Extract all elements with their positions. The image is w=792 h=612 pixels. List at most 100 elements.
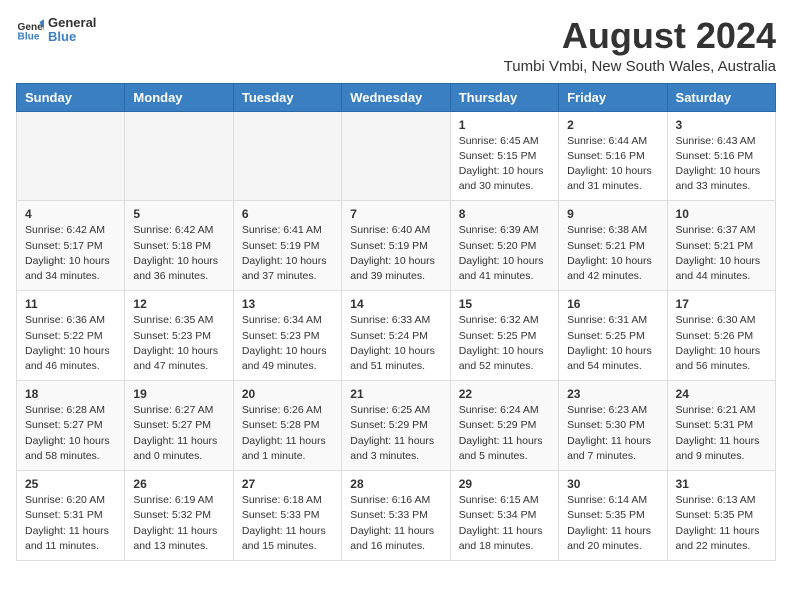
day-info: Sunrise: 6:21 AMSunset: 5:31 PMDaylight:… — [676, 403, 767, 464]
calendar-cell: 22Sunrise: 6:24 AMSunset: 5:29 PMDayligh… — [450, 381, 558, 471]
day-info: Sunrise: 6:19 AMSunset: 5:32 PMDaylight:… — [133, 493, 224, 554]
calendar-week-row: 1 Sunrise: 6:45 AMSunset: 5:15 PMDaylight… — [17, 111, 776, 201]
calendar-cell: 23 Sunrise: 6:23 AMSunset: 5:30 PMDayligh… — [559, 381, 667, 471]
calendar-cell: 12 Sunrise: 6:35 AMSunset: 5:23 PMDayligh… — [125, 291, 233, 381]
day-info: Sunrise: 6:45 AMSunset: 5:15 PMDaylight:… — [459, 134, 550, 195]
day-number: 2 — [567, 118, 658, 132]
day-info: Sunrise: 6:35 AMSunset: 5:23 PMDaylight:… — [133, 313, 224, 374]
calendar-week-row: 4 Sunrise: 6:42 AMSunset: 5:17 PMDaylight… — [17, 201, 776, 291]
subtitle: Tumbi Vmbi, New South Wales, Australia — [504, 58, 776, 75]
day-number: 22 — [459, 387, 550, 401]
day-info: Sunrise: 6:28 AMSunset: 5:27 PMDaylight:… — [25, 403, 116, 464]
calendar-cell: 2 Sunrise: 6:44 AMSunset: 5:16 PMDaylight… — [559, 111, 667, 201]
day-number: 11 — [25, 297, 116, 311]
day-info: Sunrise: 6:20 AMSunset: 5:31 PMDaylight:… — [25, 493, 116, 554]
day-number: 15 — [459, 297, 550, 311]
day-number: 4 — [25, 207, 116, 221]
calendar-cell — [125, 111, 233, 201]
day-number: 18 — [25, 387, 116, 401]
calendar-cell: 27 Sunrise: 6:18 AMSunset: 5:33 PMDayligh… — [233, 471, 341, 561]
title-block: August 2024 Tumbi Vmbi, New South Wales,… — [504, 16, 776, 75]
day-number: 1 — [459, 118, 550, 132]
day-info: Sunrise: 6:27 AMSunset: 5:27 PMDaylight:… — [133, 403, 224, 464]
day-info: Sunrise: 6:41 AMSunset: 5:19 PMDaylight:… — [242, 223, 333, 284]
day-info: Sunrise: 6:18 AMSunset: 5:33 PMDaylight:… — [242, 493, 333, 554]
calendar-week-row: 25Sunrise: 6:20 AMSunset: 5:31 PMDayligh… — [17, 471, 776, 561]
day-number: 3 — [676, 118, 767, 132]
day-info: Sunrise: 6:31 AMSunset: 5:25 PMDaylight:… — [567, 313, 658, 374]
calendar-cell: 28 Sunrise: 6:16 AMSunset: 5:33 PMDayligh… — [342, 471, 450, 561]
day-of-week-header: Saturday — [667, 83, 775, 111]
day-of-week-header: Thursday — [450, 83, 558, 111]
day-number: 16 — [567, 297, 658, 311]
day-info: Sunrise: 6:34 AMSunset: 5:23 PMDaylight:… — [242, 313, 333, 374]
day-info: Sunrise: 6:25 AMSunset: 5:29 PMDaylight:… — [350, 403, 441, 464]
day-number: 7 — [350, 207, 441, 221]
day-number: 31 — [676, 477, 767, 491]
day-info: Sunrise: 6:39 AMSunset: 5:20 PMDaylight:… — [459, 223, 550, 284]
calendar-cell: 31 Sunrise: 6:13 AMSunset: 5:35 PMDayligh… — [667, 471, 775, 561]
calendar-cell: 15 Sunrise: 6:32 AMSunset: 5:25 PMDayligh… — [450, 291, 558, 381]
day-number: 19 — [133, 387, 224, 401]
calendar-cell: 7 Sunrise: 6:40 AMSunset: 5:19 PMDaylight… — [342, 201, 450, 291]
calendar-week-row: 11 Sunrise: 6:36 AMSunset: 5:22 PMDayligh… — [17, 291, 776, 381]
day-number: 9 — [567, 207, 658, 221]
calendar-cell: 14Sunrise: 6:33 AMSunset: 5:24 PMDayligh… — [342, 291, 450, 381]
day-number: 6 — [242, 207, 333, 221]
calendar-cell: 5 Sunrise: 6:42 AMSunset: 5:18 PMDaylight… — [125, 201, 233, 291]
day-number: 26 — [133, 477, 224, 491]
day-info: Sunrise: 6:44 AMSunset: 5:16 PMDaylight:… — [567, 134, 658, 195]
logo-blue-text: Blue — [48, 30, 96, 44]
calendar-cell: 26 Sunrise: 6:19 AMSunset: 5:32 PMDayligh… — [125, 471, 233, 561]
day-info: Sunrise: 6:30 AMSunset: 5:26 PMDaylight:… — [676, 313, 767, 374]
calendar-cell: 16 Sunrise: 6:31 AMSunset: 5:25 PMDayligh… — [559, 291, 667, 381]
page-header: General Blue General Blue August 2024 Tu… — [16, 16, 776, 75]
calendar-cell: 1 Sunrise: 6:45 AMSunset: 5:15 PMDaylight… — [450, 111, 558, 201]
day-info: Sunrise: 6:43 AMSunset: 5:16 PMDaylight:… — [676, 134, 767, 195]
day-info: Sunrise: 6:26 AMSunset: 5:28 PMDaylight:… — [242, 403, 333, 464]
day-number: 27 — [242, 477, 333, 491]
calendar-cell — [17, 111, 125, 201]
day-info: Sunrise: 6:33 AMSunset: 5:24 PMDaylight:… — [350, 313, 441, 374]
logo-icon: General Blue — [16, 16, 44, 44]
day-number: 12 — [133, 297, 224, 311]
calendar-cell: 13Sunrise: 6:34 AMSunset: 5:23 PMDayligh… — [233, 291, 341, 381]
day-info: Sunrise: 6:40 AMSunset: 5:19 PMDaylight:… — [350, 223, 441, 284]
day-of-week-header: Wednesday — [342, 83, 450, 111]
day-info: Sunrise: 6:23 AMSunset: 5:30 PMDaylight:… — [567, 403, 658, 464]
day-of-week-header: Sunday — [17, 83, 125, 111]
calendar-cell: 19 Sunrise: 6:27 AMSunset: 5:27 PMDayligh… — [125, 381, 233, 471]
logo-general-text: General — [48, 16, 96, 30]
day-number: 5 — [133, 207, 224, 221]
svg-text:Blue: Blue — [18, 32, 40, 43]
day-info: Sunrise: 6:37 AMSunset: 5:21 PMDaylight:… — [676, 223, 767, 284]
calendar-cell: 30Sunrise: 6:14 AMSunset: 5:35 PMDayligh… — [559, 471, 667, 561]
calendar-cell: 9 Sunrise: 6:38 AMSunset: 5:21 PMDaylight… — [559, 201, 667, 291]
day-info: Sunrise: 6:32 AMSunset: 5:25 PMDaylight:… — [459, 313, 550, 374]
calendar-cell: 20 Sunrise: 6:26 AMSunset: 5:28 PMDayligh… — [233, 381, 341, 471]
day-number: 20 — [242, 387, 333, 401]
calendar-cell: 10Sunrise: 6:37 AMSunset: 5:21 PMDayligh… — [667, 201, 775, 291]
day-number: 28 — [350, 477, 441, 491]
calendar-cell: 8 Sunrise: 6:39 AMSunset: 5:20 PMDaylight… — [450, 201, 558, 291]
calendar-cell: 29Sunrise: 6:15 AMSunset: 5:34 PMDayligh… — [450, 471, 558, 561]
day-info: Sunrise: 6:38 AMSunset: 5:21 PMDaylight:… — [567, 223, 658, 284]
day-info: Sunrise: 6:36 AMSunset: 5:22 PMDaylight:… — [25, 313, 116, 374]
day-info: Sunrise: 6:14 AMSunset: 5:35 PMDaylight:… — [567, 493, 658, 554]
day-number: 24 — [676, 387, 767, 401]
calendar-cell: 24 Sunrise: 6:21 AMSunset: 5:31 PMDayligh… — [667, 381, 775, 471]
day-info: Sunrise: 6:42 AMSunset: 5:18 PMDaylight:… — [133, 223, 224, 284]
day-number: 23 — [567, 387, 658, 401]
calendar-header-row: SundayMondayTuesdayWednesdayThursdayFrid… — [17, 83, 776, 111]
calendar-cell — [233, 111, 341, 201]
day-info: Sunrise: 6:42 AMSunset: 5:17 PMDaylight:… — [25, 223, 116, 284]
calendar-cell: 18 Sunrise: 6:28 AMSunset: 5:27 PMDayligh… — [17, 381, 125, 471]
day-of-week-header: Tuesday — [233, 83, 341, 111]
calendar-cell — [342, 111, 450, 201]
main-title: August 2024 — [504, 16, 776, 56]
calendar-cell: 3 Sunrise: 6:43 AMSunset: 5:16 PMDaylight… — [667, 111, 775, 201]
day-number: 8 — [459, 207, 550, 221]
day-number: 21 — [350, 387, 441, 401]
day-info: Sunrise: 6:13 AMSunset: 5:35 PMDaylight:… — [676, 493, 767, 554]
day-info: Sunrise: 6:16 AMSunset: 5:33 PMDaylight:… — [350, 493, 441, 554]
